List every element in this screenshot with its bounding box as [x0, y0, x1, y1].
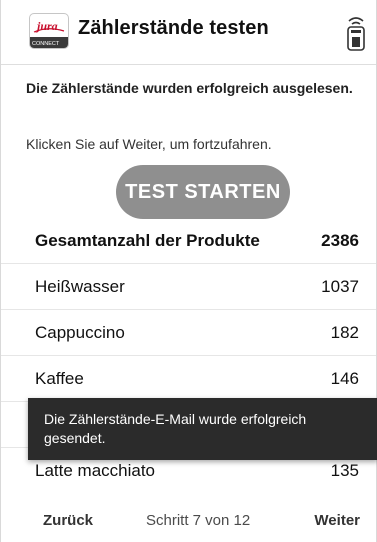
app-screen: jura CONNECT Zählerstände testen Die Zäh… [0, 0, 377, 542]
row-label: Kaffee [35, 369, 84, 388]
back-button[interactable]: Zurück [43, 512, 93, 529]
logo-subtext: CONNECT [32, 41, 60, 47]
table-row: Heißwasser 1037 [1, 264, 376, 310]
table-row: Cappuccino 182 [1, 310, 376, 356]
next-button[interactable]: Weiter [314, 512, 360, 529]
row-label: Heißwasser [35, 277, 125, 296]
wizard-footer: Zurück Schritt 7 von 12 Weiter [1, 490, 376, 542]
test-start-button[interactable]: TEST STARTEN [116, 165, 290, 219]
row-value: 146 [330, 369, 359, 388]
row-value: 1037 [321, 277, 359, 296]
row-label: Latte macchiato [35, 461, 156, 480]
jura-connect-logo-icon: jura CONNECT [29, 13, 69, 49]
email-sent-toast: Die Zählerstände-E-Mail wurde erfolgreic… [28, 398, 377, 460]
page-title: Zählerstände testen [78, 17, 269, 39]
table-row: Kaffee 146 [1, 356, 376, 402]
row-value: 135 [330, 461, 359, 480]
step-indicator: Schritt 7 von 12 [146, 512, 251, 529]
instruction-text: Klicken Sie auf Weiter, um fortzufahren. [26, 136, 272, 152]
remote-control-signal-icon[interactable] [344, 12, 368, 52]
row-value: 2386 [321, 231, 359, 250]
row-label: Gesamtanzahl der Produkte [35, 231, 260, 250]
row-value: 182 [330, 323, 359, 342]
success-message: Die Zählerstände wurden erfolgreich ausg… [26, 80, 353, 96]
top-app-bar: jura CONNECT Zählerstände testen [1, 0, 376, 65]
table-row-total: Gesamtanzahl der Produkte 2386 [1, 218, 376, 264]
row-label: Cappuccino [35, 323, 125, 342]
